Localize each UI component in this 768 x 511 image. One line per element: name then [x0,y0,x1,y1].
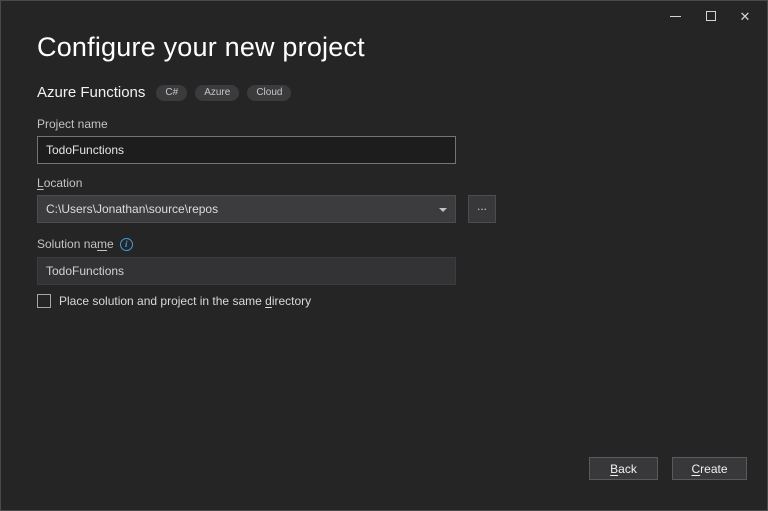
minimize-icon [669,15,681,17]
project-name-label: Project name [37,117,108,131]
close-button[interactable]: ✕ [729,2,761,30]
template-name: Azure Functions [37,84,146,101]
maximize-icon [706,11,716,21]
dropdown-arrow-icon [439,208,447,212]
same-directory-checkbox[interactable] [37,294,51,308]
close-icon: ✕ [739,8,751,24]
tag-type: Cloud [247,84,292,101]
template-info-row: Azure Functions C# Azure Cloud [37,84,299,101]
minimize-button[interactable] [659,2,691,30]
location-combobox[interactable]: C:\Users\Jonathan\source\repos [37,195,456,223]
location-value: C:\Users\Jonathan\source\repos [46,202,219,216]
project-name-input[interactable] [37,136,456,164]
configure-project-dialog: ✕ Configure your new project Azure Funct… [0,0,768,511]
tag-language: C# [156,84,188,101]
back-button[interactable]: Back [589,457,658,480]
info-icon[interactable]: i [119,237,133,251]
tag-platform: Azure [195,84,240,101]
solution-name-input[interactable] [37,257,456,285]
solution-name-label: Solution na m e i [37,237,133,251]
maximize-button[interactable] [695,2,727,30]
location-label: Location [37,176,83,190]
same-directory-row: Place solution and project in the same d… [37,294,311,308]
create-button[interactable]: Create [672,457,747,480]
same-directory-label: Place solution and project in the same d… [59,294,312,308]
page-title: Configure your new project [37,32,365,62]
browse-location-button[interactable]: ... [468,195,496,223]
